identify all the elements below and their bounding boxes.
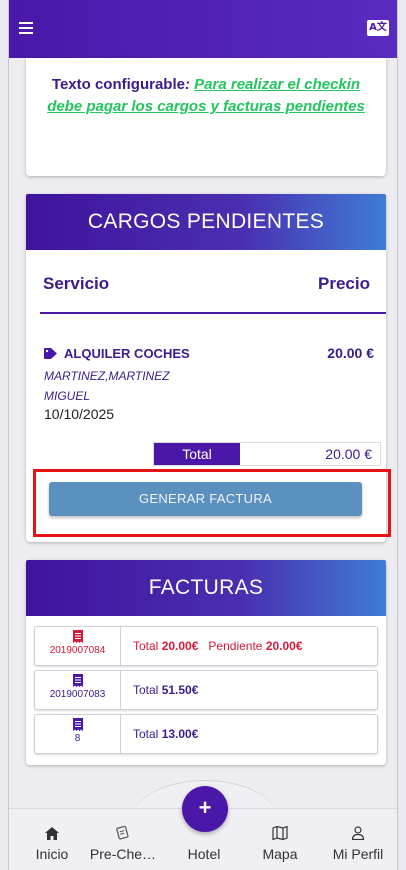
hamburger-menu-icon[interactable]: [19, 22, 33, 34]
header-divider: [40, 312, 386, 314]
invoice-row[interactable]: 2019007084 Total 20.00€ Pendiente 20.00€: [34, 626, 378, 666]
invoice-number-cell: 2019007084: [35, 627, 121, 665]
notice-prefix: Texto configurable: [51, 76, 185, 93]
invoice-total-label: Total: [133, 683, 159, 697]
top-bar: A文: [9, 0, 397, 58]
map-icon: [272, 826, 288, 840]
invoice-number: 2019007083: [49, 689, 106, 700]
invoice-summary: Total 20.00€ Pendiente 20.00€: [133, 627, 303, 665]
receipt-icon: [72, 674, 83, 687]
receipt-icon: [72, 630, 83, 643]
invoice-row[interactable]: 2019007083 Total 51.50€: [34, 670, 378, 710]
invoice-total: 13.00€: [161, 727, 199, 741]
receipt-icon: [72, 718, 83, 731]
app-frame: A文 Texto configurable: Para realizar el …: [8, 0, 398, 870]
invoice-row[interactable]: 8 Total 13.00€: [34, 714, 378, 754]
total-label: Total: [154, 443, 240, 465]
profile-icon: [351, 826, 365, 840]
col-header-service: Servicio: [43, 274, 110, 293]
nav-item-inicio[interactable]: Inicio: [17, 827, 87, 862]
invoice-pending: 20.00€: [265, 639, 303, 653]
nav-label: Pre-Che…: [89, 846, 157, 862]
invoice-summary: Total 51.50€: [133, 671, 198, 709]
nav-item-mi-perfil[interactable]: Mi Perfil: [323, 826, 393, 862]
nav-label: Inicio: [35, 846, 69, 862]
total-box: Total 20.00 €: [153, 442, 381, 466]
invoice-total-label: Total: [133, 639, 159, 653]
invoice-number-cell: 8: [35, 715, 121, 753]
nav-label: Mi Perfil: [332, 846, 384, 862]
invoice-pending-label: Pendiente: [208, 639, 263, 653]
invoice-total: 51.50€: [161, 683, 199, 697]
notice-colon: :: [184, 76, 190, 93]
cargos-title: CARGOS PENDIENTES: [26, 194, 386, 250]
facturas-title: FACTURAS: [26, 560, 386, 616]
invoice-number: 2019007084: [49, 645, 106, 656]
service-name: ALQUILER COCHES: [64, 346, 190, 361]
pre-checkin-icon: [116, 826, 129, 840]
nav-label: Hotel: [187, 846, 221, 862]
invoice-total-label: Total: [133, 727, 159, 741]
service-client: MARTINEZ,MARTINEZ MIGUEL: [44, 369, 170, 403]
translate-icon[interactable]: A文: [367, 20, 389, 36]
total-value: 20.00 €: [325, 446, 372, 462]
col-header-price: Precio: [318, 274, 370, 293]
generar-factura-button[interactable]: GENERAR FACTURA: [49, 482, 362, 516]
nav-item-pre-checkin[interactable]: Pre-Che…: [88, 826, 158, 862]
service-row: ALQUILER COCHES MARTINEZ,MARTINEZ MIGUEL…: [44, 345, 374, 422]
service-price: 20.00 €: [327, 345, 374, 361]
home-icon: [45, 827, 59, 840]
service-date: 10/10/2025: [44, 406, 115, 422]
invoice-number-cell: 2019007083: [35, 671, 121, 709]
notice-card: Texto configurable: Para realizar el che…: [26, 58, 386, 176]
invoice-summary: Total 13.00€: [133, 715, 198, 753]
nav-item-mapa[interactable]: Mapa: [245, 826, 315, 862]
nav-label: Mapa: [262, 846, 298, 862]
invoice-number: 8: [74, 733, 81, 744]
facturas-card: FACTURAS 2019007084 Total 20.00€ Pendien…: [26, 560, 386, 765]
tag-icon: [44, 348, 57, 360]
invoice-total: 20.00€: [161, 639, 199, 653]
add-fab-button[interactable]: +: [182, 786, 228, 832]
notice-text: Texto configurable: Para realizar el che…: [46, 74, 366, 118]
